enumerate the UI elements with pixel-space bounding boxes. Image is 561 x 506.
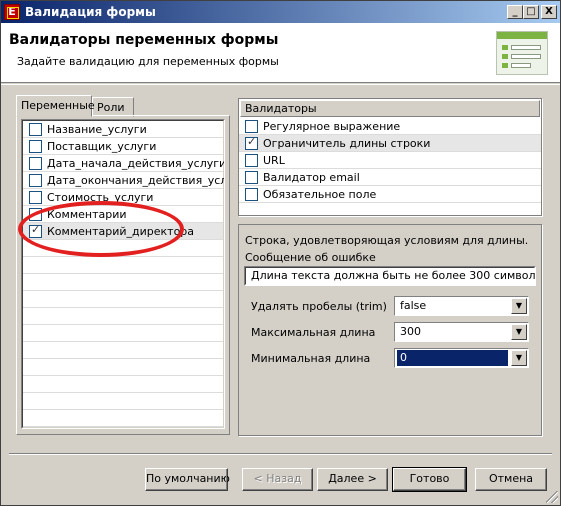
max-length-value: 300 (400, 325, 421, 338)
empty-row (23, 410, 223, 427)
checkbox[interactable] (245, 188, 258, 201)
minimize-button[interactable]: _ (507, 5, 523, 19)
list-item[interactable]: Комментарии (23, 206, 223, 223)
checkbox[interactable] (245, 120, 258, 133)
min-length-label: Минимальная длина (251, 352, 371, 365)
list-item[interactable]: URL (239, 152, 541, 169)
min-length-value: 0 (397, 350, 508, 366)
empty-row (23, 308, 223, 325)
close-button[interactable]: X (541, 5, 557, 19)
validator-label: URL (263, 154, 285, 167)
max-length-select[interactable]: 300 ▼ (394, 322, 529, 342)
validator-description: Строка, удовлетворяющая условиям для дли… (245, 234, 529, 247)
header-divider (1, 84, 560, 85)
max-length-label: Максимальная длина (251, 326, 376, 339)
variables-list[interactable]: Название_услуги Поставщик_услуги Дата_на… (21, 119, 225, 429)
checkbox[interactable] (29, 123, 42, 136)
validator-label: Обязательное поле (263, 188, 377, 201)
checkbox[interactable] (245, 171, 258, 184)
variable-label: Название_услуги (47, 123, 147, 136)
empty-row (23, 291, 223, 308)
checkbox[interactable] (29, 174, 42, 187)
list-item[interactable]: Название_услуги (23, 121, 223, 138)
chevron-down-icon[interactable]: ▼ (511, 350, 527, 366)
empty-row (23, 342, 223, 359)
error-message-input[interactable]: Длина текста должна быть не более 300 си… (244, 266, 536, 286)
resize-grip-icon[interactable] (546, 491, 558, 503)
checkbox[interactable] (29, 208, 42, 221)
list-item[interactable]: Стоимость_услуги (23, 189, 223, 206)
finish-button[interactable]: Готово (392, 467, 467, 492)
page-title: Валидаторы переменных формы (9, 32, 279, 48)
cancel-button[interactable]: Отмена (475, 468, 547, 491)
list-item[interactable]: Регулярное выражение (239, 118, 541, 135)
next-button[interactable]: Далее > (317, 468, 388, 491)
maximize-button[interactable]: □ (523, 5, 539, 19)
tab-variables[interactable]: Переменные (16, 95, 95, 117)
checkbox[interactable] (29, 191, 42, 204)
wizard-header: Валидаторы переменных формы Задайте вали… (1, 23, 560, 83)
list-item[interactable]: Дата_окончания_действия_усл... (23, 172, 225, 189)
variables-tab-panel: Название_услуги Поставщик_услуги Дата_на… (16, 115, 230, 435)
error-message-label: Сообщение об ошибке (245, 251, 376, 264)
empty-row (23, 257, 223, 274)
chevron-down-icon[interactable]: ▼ (511, 298, 527, 314)
trim-label: Удалять пробелы (trim) (251, 300, 387, 313)
validators-header[interactable]: Валидаторы (240, 100, 540, 117)
chevron-down-icon[interactable]: ▼ (511, 324, 527, 340)
variable-label: Комментарий_директора (47, 225, 195, 238)
validator-details-panel: Строка, удовлетворяющая условиям для дли… (238, 224, 542, 436)
trim-select[interactable]: false ▼ (394, 296, 529, 316)
back-button[interactable]: < Назад (242, 468, 313, 491)
list-item-selected[interactable]: Ограничитель длины строки (239, 135, 541, 152)
list-item[interactable]: Поставщик_услуги (23, 138, 223, 155)
variable-label: Дата_начала_действия_услуги (47, 157, 225, 170)
page-subtitle: Задайте валидацию для переменных формы (17, 55, 279, 68)
restore-defaults-button[interactable]: По умолчанию (145, 468, 230, 491)
dialog-window: E Валидация формы _ □ X Валидаторы перем… (0, 0, 561, 506)
app-icon: E (4, 4, 20, 20)
form-icon (496, 31, 548, 75)
checkbox-checked[interactable] (29, 223, 42, 238)
list-item[interactable]: Валидатор email (239, 169, 541, 186)
validator-label: Регулярное выражение (263, 120, 401, 133)
validators-panel: Валидаторы Регулярное выражение Ограничи… (238, 98, 542, 216)
checkbox[interactable] (29, 157, 42, 170)
variable-label: Стоимость_услуги (47, 191, 154, 204)
empty-row (23, 274, 223, 291)
list-item[interactable]: Дата_начала_действия_услуги (23, 155, 225, 172)
variable-label: Поставщик_услуги (47, 140, 157, 153)
tab-roles[interactable]: Роли (92, 97, 134, 117)
checkbox-checked[interactable] (245, 135, 258, 150)
checkbox[interactable] (29, 140, 42, 153)
footer-divider (9, 453, 552, 455)
title-bar[interactable]: E Валидация формы _ □ X (1, 1, 560, 23)
min-length-select[interactable]: 0 ▼ (394, 348, 529, 368)
empty-row (23, 393, 223, 410)
checkbox[interactable] (245, 154, 258, 167)
validator-label: Валидатор email (263, 171, 360, 184)
variable-label: Комментарии (47, 208, 127, 221)
variable-label: Дата_окончания_действия_усл... (47, 174, 225, 187)
empty-row (23, 359, 223, 376)
validator-label: Ограничитель длины строки (263, 137, 431, 150)
empty-row (23, 376, 223, 393)
window-title: Валидация формы (25, 5, 156, 19)
list-item[interactable]: Обязательное поле (239, 186, 541, 203)
empty-row (23, 240, 223, 257)
list-item-selected[interactable]: Комментарий_директора (23, 223, 223, 240)
empty-row (23, 325, 223, 342)
trim-value: false (400, 299, 427, 312)
